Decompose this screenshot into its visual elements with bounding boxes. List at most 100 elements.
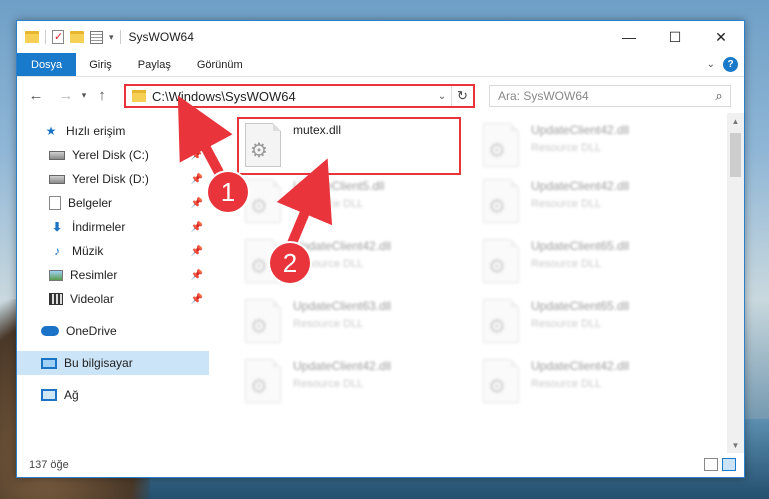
file-name: UpdateClient42.dll: [531, 359, 630, 373]
file-type: Resource DLL: [531, 198, 602, 210]
explorer-window: ▾ SysWOW64 — ☐ ✕ Dosya Giriş Paylaş Görü…: [16, 20, 745, 478]
pin-icon: 📌: [190, 173, 203, 185]
sidebar-item-local-disk-d[interactable]: Yerel Disk (D:) 📌: [17, 167, 209, 191]
file-name: UpdateClient42.dll: [293, 239, 392, 253]
file-type: Resource DLL: [293, 378, 364, 390]
file-item[interactable]: UpdateClient63.dll Resource DLL: [239, 295, 459, 349]
window-controls: — ☐ ✕: [606, 21, 744, 53]
new-folder-icon[interactable]: [70, 31, 84, 43]
scroll-down-icon[interactable]: ▼: [727, 437, 744, 453]
tab-file[interactable]: Dosya: [17, 53, 77, 76]
address-path[interactable]: C:\Windows\SysWOW64: [152, 89, 433, 104]
scroll-up-icon[interactable]: ▲: [727, 113, 744, 129]
file-type: Resource DLL: [531, 142, 602, 154]
sidebar-item-music[interactable]: ♪ Müzik 📌: [17, 239, 209, 263]
file-name: UpdateClient65.dll: [531, 239, 630, 253]
ribbon-tabs: Dosya Giriş Paylaş Görünüm ⌄ ?: [17, 53, 744, 77]
forward-button[interactable]: →: [55, 84, 77, 106]
file-list: mutex.dll UpdateClient5.dll Resource DLL…: [209, 113, 744, 453]
sidebar-item-local-disk-c[interactable]: Yerel Disk (C:) 📌: [17, 143, 209, 167]
navigation-pane: ★ Hızlı erişim Yerel Disk (C:) 📌 Yerel D…: [17, 113, 209, 453]
tab-view[interactable]: Görünüm: [184, 53, 256, 76]
sidebar-item-onedrive[interactable]: OneDrive: [17, 319, 209, 343]
document-icon: [49, 196, 61, 210]
sidebar-item-label: Yerel Disk (D:): [72, 172, 149, 186]
file-name: UpdateClient65.dll: [531, 299, 630, 313]
up-button[interactable]: ↑: [91, 84, 113, 106]
tab-share[interactable]: Paylaş: [125, 53, 184, 76]
sidebar-item-quick-access[interactable]: ★ Hızlı erişim: [17, 119, 209, 143]
file-item[interactable]: UpdateClient42.dll Resource DLL: [477, 119, 697, 173]
sidebar-item-pictures[interactable]: Resimler 📌: [17, 263, 209, 287]
file-name: UpdateClient42.dll: [531, 123, 630, 137]
cloud-icon: [41, 326, 59, 336]
download-icon: ⬇: [51, 220, 63, 234]
scroll-thumb[interactable]: [730, 133, 741, 177]
search-placeholder: Ara: SysWOW64: [498, 89, 589, 103]
file-item[interactable]: UpdateClient65.dll Resource DLL: [477, 295, 697, 349]
refresh-icon[interactable]: ↻: [451, 86, 473, 106]
sidebar-item-network[interactable]: Ağ: [17, 383, 209, 407]
recent-locations-chevron-icon[interactable]: ▾: [77, 90, 91, 101]
details-view-icon[interactable]: [704, 458, 718, 471]
search-input[interactable]: Ara: SysWOW64 ⌕: [489, 85, 731, 107]
sidebar-item-documents[interactable]: Belgeler 📌: [17, 191, 209, 215]
sidebar-item-label: Bu bilgisayar: [64, 356, 133, 370]
properties-check-icon[interactable]: [52, 30, 64, 44]
file-name: mutex.dll: [293, 123, 342, 137]
file-type: Resource DLL: [531, 378, 602, 390]
dll-file-icon: [483, 359, 519, 403]
expand-ribbon-chevron-icon[interactable]: ⌄: [707, 59, 715, 70]
pin-icon: 📌: [190, 293, 203, 305]
file-item-mutex[interactable]: mutex.dll: [237, 117, 461, 175]
maximize-button[interactable]: ☐: [652, 21, 698, 53]
network-icon: [41, 389, 57, 401]
callout-1: 1: [208, 172, 248, 212]
file-name: UpdateClient63.dll: [293, 299, 392, 313]
pin-icon: 📌: [190, 197, 203, 209]
tab-home[interactable]: Giriş: [76, 53, 125, 76]
main-area: ★ Hızlı erişim Yerel Disk (C:) 📌 Yerel D…: [17, 113, 744, 453]
vertical-scrollbar[interactable]: ▲ ▼: [727, 113, 744, 453]
file-item[interactable]: UpdateClient42.dll Resource DLL: [477, 355, 697, 409]
view-toggle: [704, 458, 736, 471]
help-icon[interactable]: ?: [723, 57, 738, 72]
sidebar-item-label: OneDrive: [66, 324, 117, 338]
close-button[interactable]: ✕: [698, 21, 744, 53]
minimize-button[interactable]: —: [606, 21, 652, 53]
address-row: ← → ▾ ↑ C:\Windows\SysWOW64 ⌄ ↻ Ara: Sys…: [17, 77, 744, 113]
file-type: Resource DLL: [531, 258, 602, 270]
drive-icon: [49, 150, 65, 160]
music-icon: ♪: [54, 244, 60, 258]
dll-file-icon: [245, 359, 281, 403]
address-dropdown-chevron-icon[interactable]: ⌄: [433, 91, 451, 102]
customize-toolbar-chevron-icon[interactable]: ▾: [109, 32, 114, 43]
videos-icon: [49, 293, 63, 305]
file-name: UpdateClient5.dll: [293, 179, 385, 193]
address-bar[interactable]: C:\Windows\SysWOW64 ⌄ ↻: [124, 84, 475, 108]
file-item[interactable]: UpdateClient65.dll Resource DLL: [477, 235, 697, 289]
folder-icon: [25, 31, 39, 43]
pictures-icon: [49, 269, 63, 281]
sidebar-item-videos[interactable]: Videolar 📌: [17, 287, 209, 311]
search-icon[interactable]: ⌕: [708, 88, 730, 104]
sidebar-item-label: Belgeler: [68, 196, 113, 210]
status-bar: 137 öğe: [17, 453, 744, 477]
sidebar-item-label: İndirmeler: [72, 220, 126, 234]
sidebar-item-label: Ağ: [64, 388, 79, 402]
sidebar-item-label: Hızlı erişim: [66, 124, 126, 138]
file-item[interactable]: UpdateClient42.dll Resource DLL: [239, 355, 459, 409]
sidebar-item-label: Videolar: [70, 292, 114, 306]
properties-icon[interactable]: [90, 30, 103, 44]
pin-icon: 📌: [190, 221, 203, 233]
sidebar-item-this-pc[interactable]: Bu bilgisayar: [17, 351, 209, 375]
file-item[interactable]: UpdateClient42.dll Resource DLL: [477, 175, 697, 229]
pin-icon: 📌: [190, 269, 203, 281]
sidebar-item-downloads[interactable]: ⬇ İndirmeler 📌: [17, 215, 209, 239]
tiles-view-icon[interactable]: [722, 458, 736, 471]
pin-icon: 📌: [190, 245, 203, 257]
dll-file-icon: [245, 299, 281, 343]
file-item[interactable]: UpdateClient5.dll Resource DLL: [239, 175, 459, 229]
file-name: UpdateClient42.dll: [531, 179, 630, 193]
back-button[interactable]: ←: [25, 84, 47, 106]
